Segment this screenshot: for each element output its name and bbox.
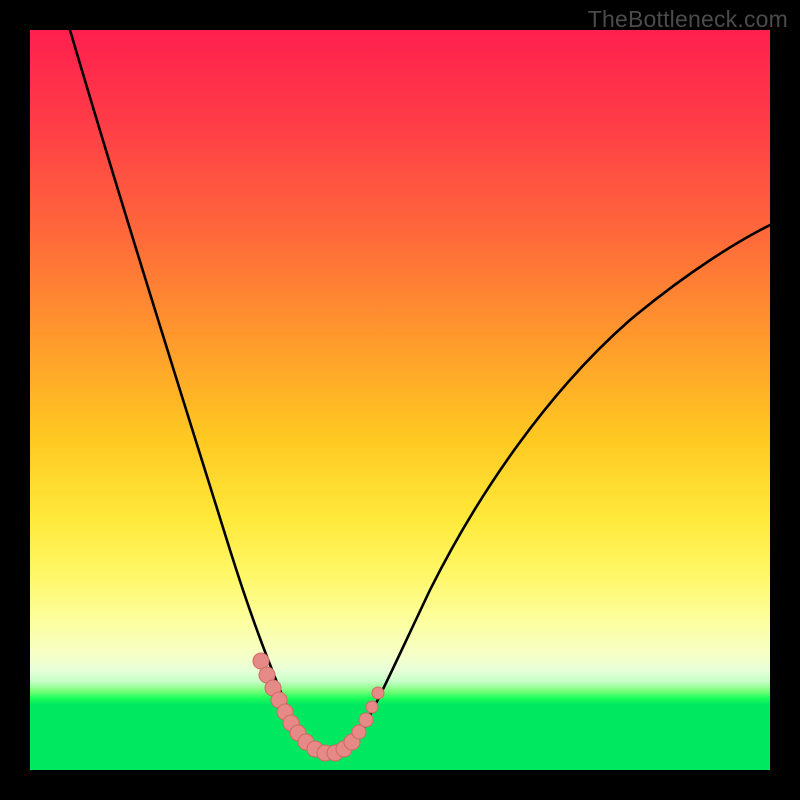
watermark-text: TheBottleneck.com — [588, 6, 788, 33]
bottleneck-curve — [70, 30, 770, 756]
plot-area — [30, 30, 770, 770]
chart-root: TheBottleneck.com — [0, 0, 800, 800]
marker-dot — [372, 687, 384, 699]
left-branch-path — [70, 30, 306, 742]
curve-overlay — [30, 30, 770, 770]
marker-dot — [366, 701, 378, 713]
marker-dot — [359, 713, 373, 727]
marker-cluster — [253, 653, 384, 761]
right-branch-path — [352, 225, 770, 746]
